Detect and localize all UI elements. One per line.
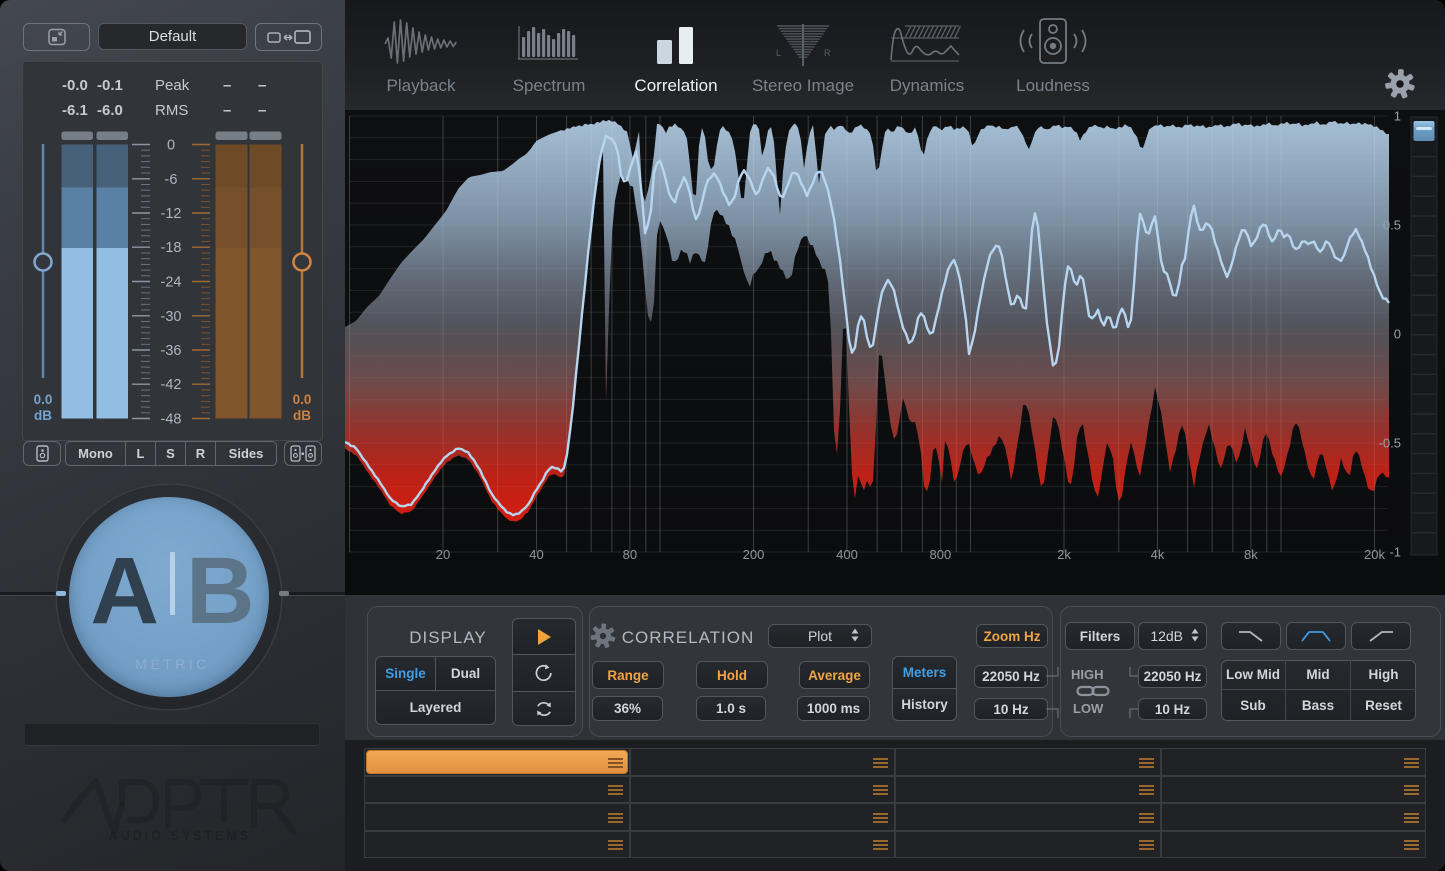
svg-text:dB: dB [34, 408, 52, 423]
svg-text:40: 40 [529, 547, 543, 562]
svg-text:1: 1 [1394, 110, 1401, 124]
svg-text:L: L [776, 48, 781, 58]
svg-text:0.0: 0.0 [293, 392, 312, 407]
svg-text:2k: 2k [1057, 547, 1071, 562]
svg-text:0: 0 [1394, 327, 1401, 342]
svg-text:8k: 8k [1244, 547, 1258, 562]
svg-text:800: 800 [930, 547, 952, 562]
svg-text:-18: -18 [161, 240, 182, 256]
svg-text:0.0: 0.0 [34, 392, 53, 407]
svg-text:200: 200 [743, 547, 765, 562]
svg-text:-12: -12 [161, 206, 182, 222]
svg-text:-6: -6 [165, 172, 178, 188]
svg-text:-48: -48 [161, 412, 182, 428]
svg-text:AUDIO SYSTEMS: AUDIO SYSTEMS [109, 829, 252, 843]
svg-text:0.5: 0.5 [1383, 218, 1401, 233]
svg-text:20k: 20k [1364, 547, 1385, 562]
svg-text:-24: -24 [161, 275, 182, 291]
svg-text:-0.5: -0.5 [1379, 436, 1401, 451]
svg-text:-36: -36 [161, 343, 182, 359]
svg-text:-1: -1 [1389, 545, 1401, 560]
svg-text:-30: -30 [161, 309, 182, 325]
svg-text:20: 20 [436, 547, 450, 562]
svg-text:400: 400 [836, 547, 858, 562]
svg-text:R: R [824, 48, 831, 58]
svg-text:80: 80 [623, 547, 637, 562]
svg-text:4k: 4k [1151, 547, 1165, 562]
svg-text:-42: -42 [161, 377, 182, 393]
svg-text:0: 0 [167, 138, 175, 154]
svg-text:dB: dB [293, 408, 311, 423]
